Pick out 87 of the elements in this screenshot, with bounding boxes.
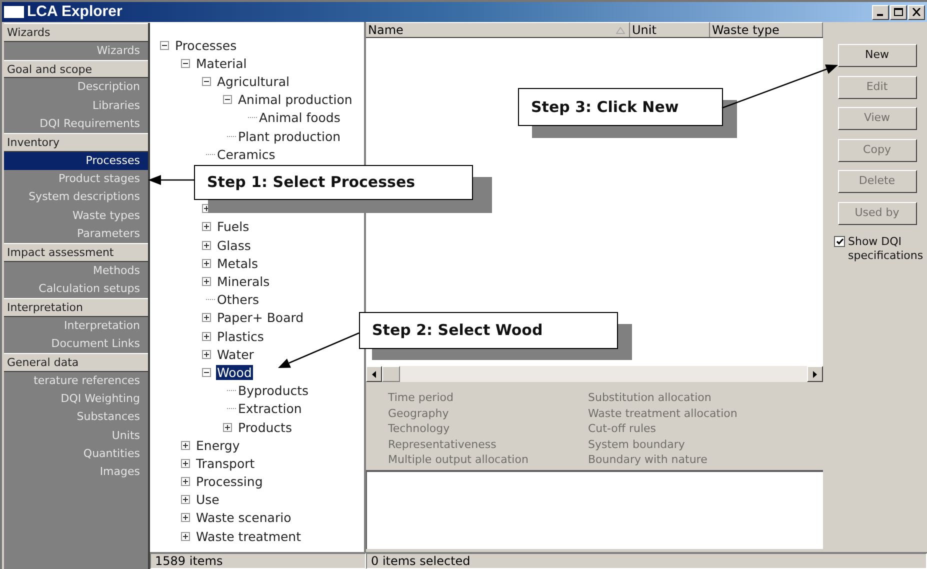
dqi-field-label: Geography xyxy=(388,406,450,422)
horizontal-scrollbar[interactable] xyxy=(366,366,823,382)
callout: Step 1: Select Processes xyxy=(194,165,473,200)
expand-icon[interactable] xyxy=(181,440,190,450)
collapse-icon[interactable] xyxy=(160,40,169,50)
column-header[interactable]: Waste type xyxy=(710,22,823,37)
tree-item[interactable]: Paper+ Board xyxy=(216,310,305,326)
tree-item[interactable]: Waste scenario xyxy=(195,510,292,526)
dqi-field-label: Boundary with nature xyxy=(588,452,708,468)
tree-item[interactable]: Glass xyxy=(216,238,252,253)
dqi-field-label: Multiple output allocation xyxy=(388,452,530,468)
dqi-field-label: Substitution allocation xyxy=(588,390,712,406)
close-button[interactable] xyxy=(908,4,925,20)
expand-icon[interactable] xyxy=(181,458,190,468)
sidebar-section-header[interactable]: Inventory xyxy=(4,133,148,152)
expand-icon[interactable] xyxy=(181,513,190,522)
close-icon xyxy=(912,8,921,16)
window-title: LCA Explorer xyxy=(27,2,122,22)
dqi-field-label: Technology xyxy=(388,421,451,437)
tree-item[interactable]: Metals xyxy=(216,256,260,271)
collapse-icon[interactable] xyxy=(223,95,232,104)
callout-arrow xyxy=(148,175,194,185)
tree-item[interactable]: Extraction xyxy=(237,401,303,416)
status-bar-cell: 0 items selected xyxy=(366,553,927,569)
dqi-field-label: System boundary xyxy=(588,436,686,452)
collapse-icon[interactable] xyxy=(202,76,211,86)
column-header[interactable]: Name xyxy=(366,22,630,37)
dqi-field-label: Waste treatment allocation xyxy=(588,406,738,422)
sidebar-section-header[interactable]: Impact assessment xyxy=(4,243,148,262)
tree-item[interactable]: Ceramics xyxy=(216,146,276,162)
sidebar-section-header[interactable]: Goal and scope xyxy=(4,60,148,78)
expand-icon[interactable] xyxy=(202,222,211,232)
collapse-icon[interactable] xyxy=(202,368,211,377)
tree-item[interactable]: Byproducts xyxy=(237,383,310,398)
expand-icon[interactable] xyxy=(202,277,211,286)
tree-item[interactable]: Plant production xyxy=(237,128,342,144)
scroll-left-button[interactable] xyxy=(366,366,382,382)
dqi-field-label: Representativeness xyxy=(388,436,498,452)
expand-icon[interactable] xyxy=(202,350,211,359)
minimize-button[interactable] xyxy=(872,4,889,20)
left-arrow-icon xyxy=(372,370,376,378)
right-arrow-icon xyxy=(813,370,817,378)
tree-item[interactable]: Animal production xyxy=(237,92,354,108)
expand-icon[interactable] xyxy=(181,477,190,486)
show-dqi-checkbox[interactable]: Show DQI specifications xyxy=(834,235,920,263)
checkbox[interactable] xyxy=(834,236,845,247)
callout: Step 2: Select Wood xyxy=(359,312,618,349)
checkmark-icon xyxy=(836,238,844,245)
sidebar-item[interactable]: Processes xyxy=(4,152,148,170)
callout: Step 3: Click New xyxy=(518,88,723,126)
tree-item[interactable]: Plastics xyxy=(216,328,265,344)
tree-item[interactable]: Minerals xyxy=(216,274,271,290)
tree-item[interactable]: Products xyxy=(237,420,293,435)
status-bar-cell: 1589 items xyxy=(150,553,366,569)
tree-item[interactable]: Waste treatment xyxy=(195,528,302,544)
tree-item[interactable]: Use xyxy=(195,492,220,508)
collapse-icon[interactable] xyxy=(181,58,190,68)
tree-item[interactable]: Water xyxy=(216,346,255,362)
scroll-thumb[interactable] xyxy=(382,366,400,382)
tree-item[interactable]: Energy xyxy=(195,438,241,453)
action-button[interactable]: New xyxy=(838,44,916,67)
scroll-right-button[interactable] xyxy=(807,366,823,382)
sidebar-section-header[interactable]: Wizards xyxy=(4,23,148,42)
sidebar-section-header[interactable]: Interpretation xyxy=(4,298,148,317)
tree-item[interactable]: Fuels xyxy=(216,219,250,234)
expand-icon[interactable] xyxy=(202,313,211,322)
dqi-field-label: Cut-off rules xyxy=(588,421,657,437)
window-icon xyxy=(4,6,24,18)
tree-item[interactable]: Material xyxy=(195,56,248,71)
dqi-field-label: Time period xyxy=(388,390,454,406)
expand-icon[interactable] xyxy=(181,495,190,504)
expand-icon[interactable] xyxy=(202,240,211,250)
tree-item[interactable]: Processes xyxy=(174,38,238,53)
expand-icon[interactable] xyxy=(202,258,211,268)
tree-item[interactable]: Animal foods xyxy=(258,110,342,126)
expand-icon[interactable] xyxy=(223,422,232,432)
maximize-icon xyxy=(894,8,903,16)
tree-item[interactable]: Others xyxy=(216,292,260,308)
sidebar-section-header[interactable]: General data xyxy=(4,353,148,372)
maximize-button[interactable] xyxy=(890,4,907,20)
tree-item[interactable]: Transport xyxy=(195,456,256,471)
tree-item[interactable]: Wood xyxy=(216,364,253,380)
tree-item[interactable]: Processing xyxy=(195,474,264,490)
tree-item[interactable]: Agricultural xyxy=(216,74,290,89)
column-header[interactable]: Unit xyxy=(630,22,710,37)
expand-icon[interactable] xyxy=(202,332,211,341)
expand-icon[interactable] xyxy=(181,532,190,541)
